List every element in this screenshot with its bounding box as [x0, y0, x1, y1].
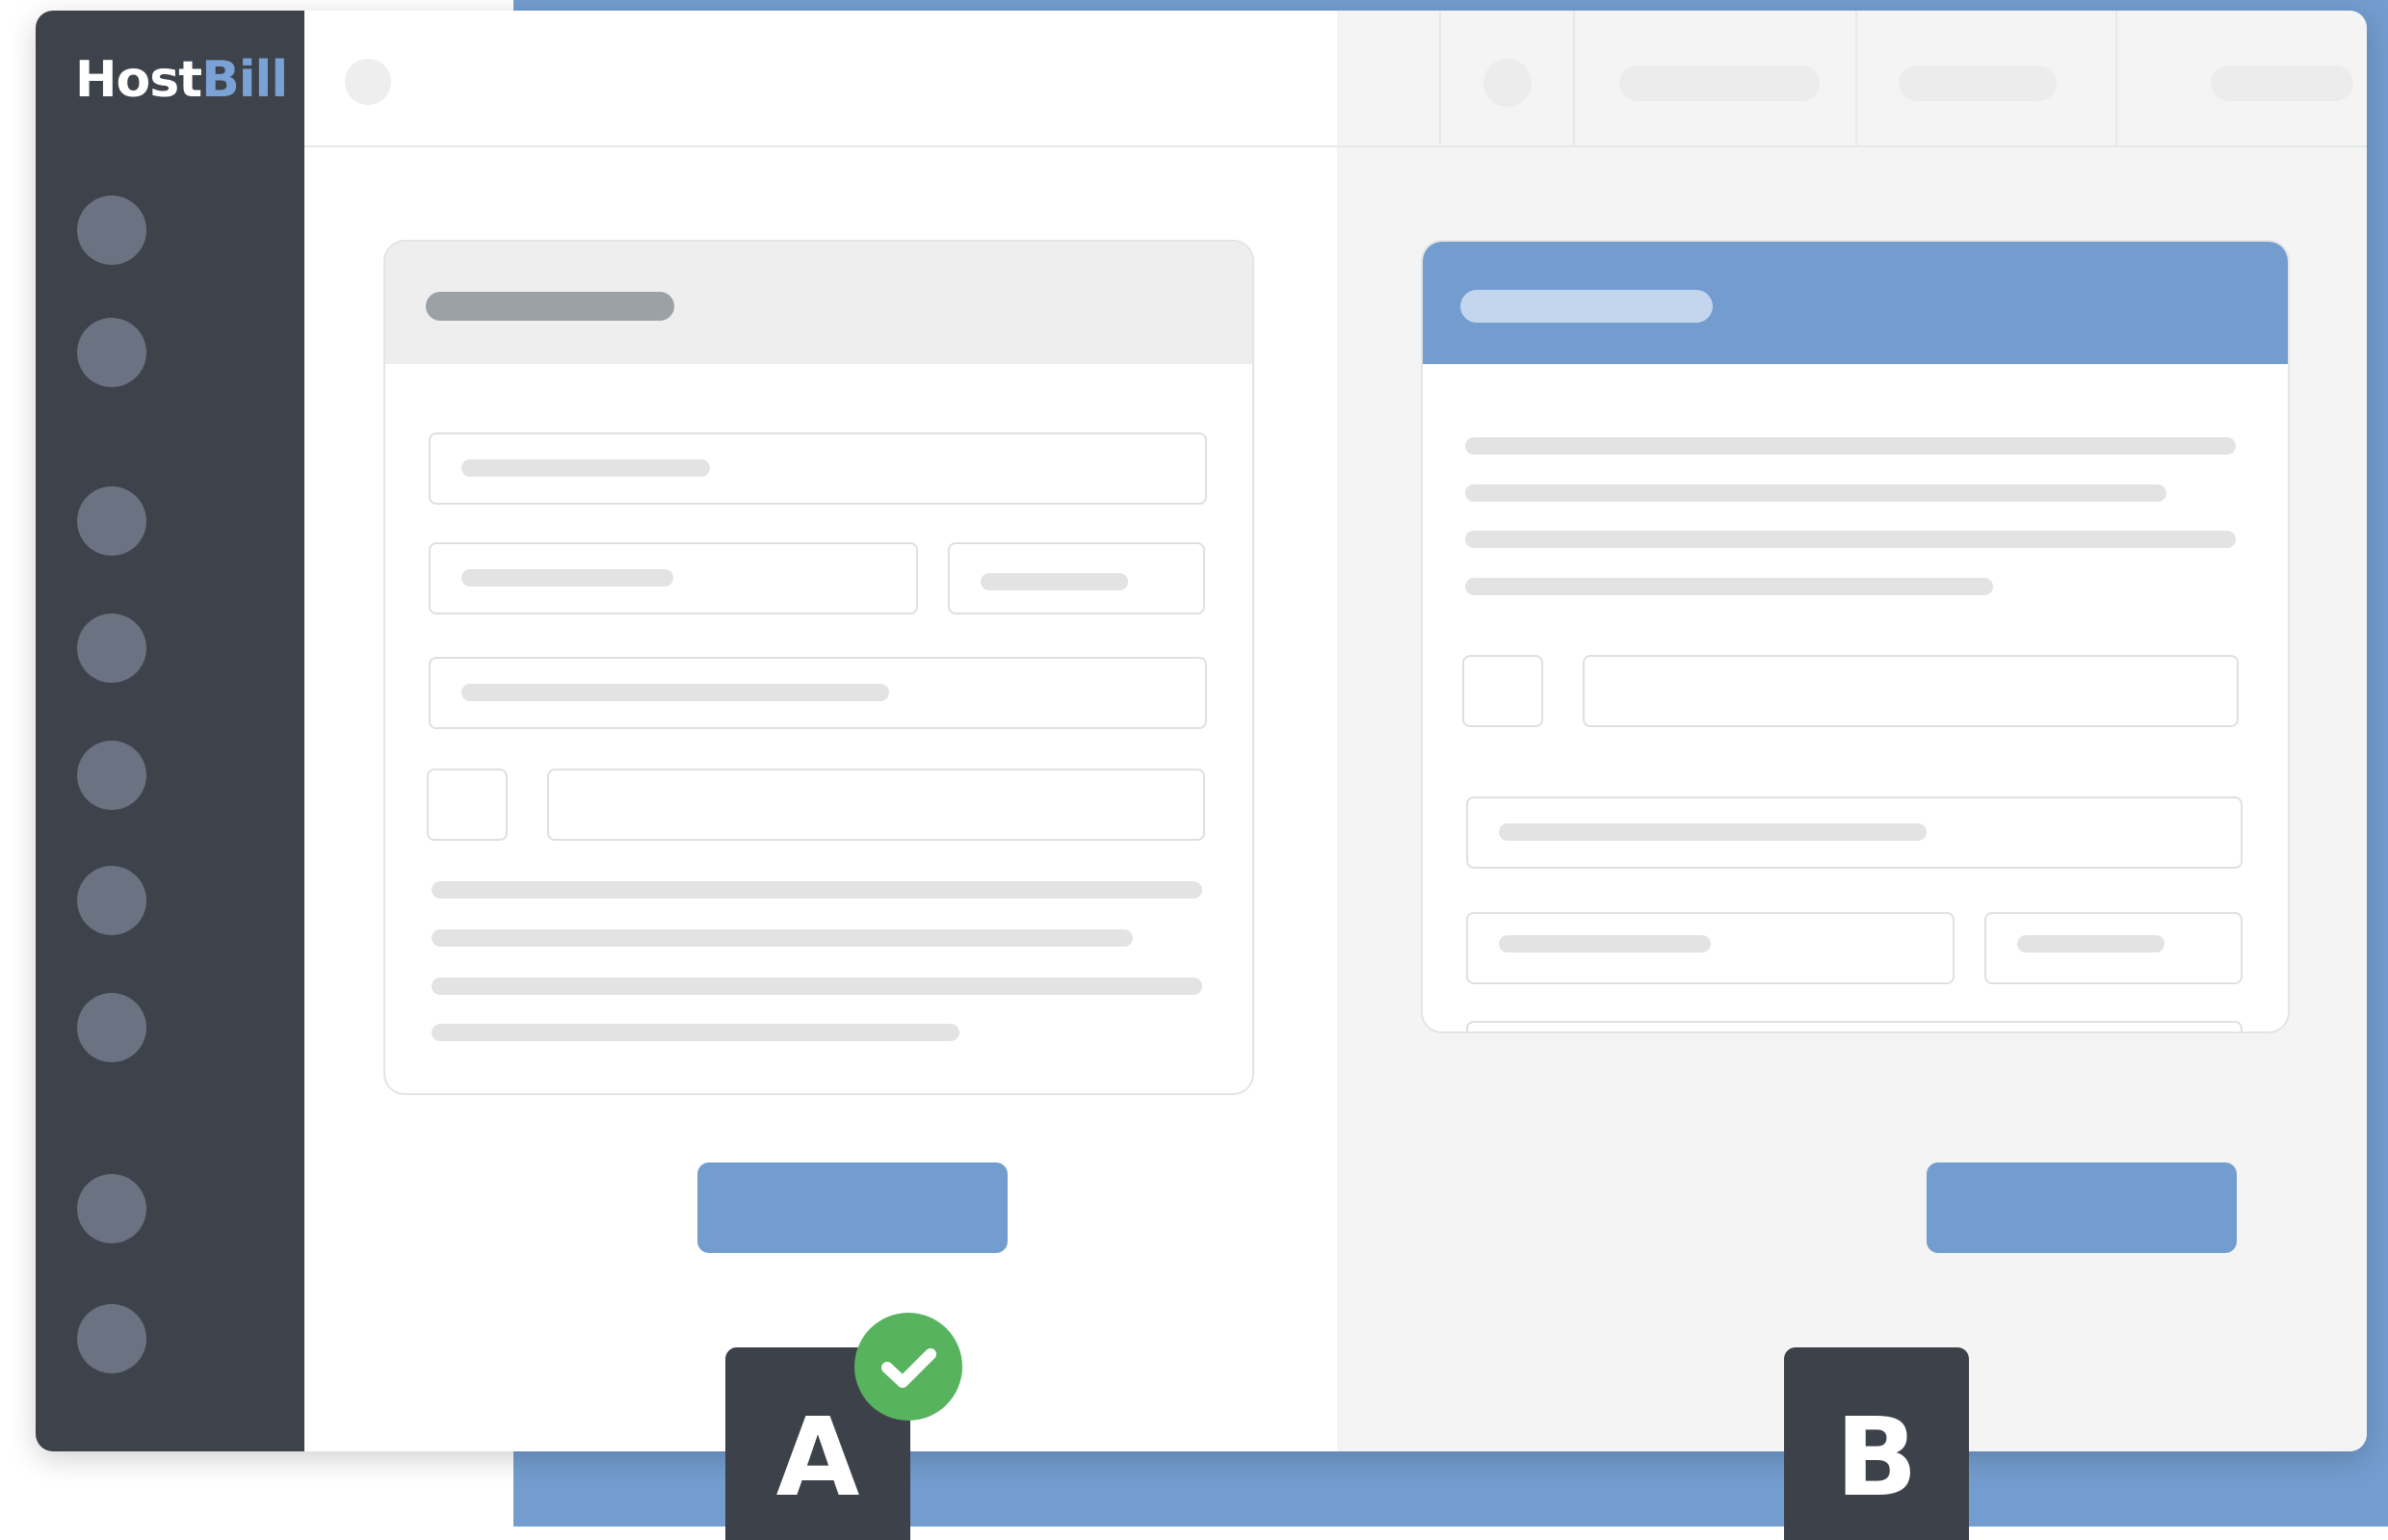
sidebar-nav-icon-1[interactable]	[77, 196, 146, 265]
sidebar-nav-icon-9[interactable]	[77, 1304, 146, 1373]
form-input[interactable]	[1466, 796, 2243, 869]
variant-a-letter: A	[775, 1396, 860, 1521]
topbar-menu-item[interactable]	[1619, 65, 1820, 101]
variant-a-form-card	[383, 240, 1254, 1095]
topbar-border	[304, 145, 2367, 147]
app-window: HostBill	[36, 11, 2367, 1451]
sidebar-nav-icon-8[interactable]	[77, 1174, 146, 1243]
topbar-menu-item[interactable]	[1899, 65, 2057, 101]
sidebar-nav-icon-3[interactable]	[77, 486, 146, 556]
variant-b-letter: B	[1835, 1396, 1918, 1521]
sidebar-nav-icon-4[interactable]	[77, 613, 146, 683]
text-line	[432, 1024, 959, 1041]
topbar-menu-item[interactable]	[2211, 65, 2353, 101]
text-line	[432, 881, 1202, 899]
check-circle-icon	[854, 1313, 962, 1421]
input-placeholder	[1499, 935, 1711, 953]
card-header	[1423, 242, 2288, 364]
input-placeholder	[1499, 823, 1927, 841]
text-line	[1465, 531, 2236, 548]
sidebar-nav-icon-2[interactable]	[77, 318, 146, 387]
form-input[interactable]	[429, 657, 1207, 729]
form-input[interactable]	[1583, 655, 2239, 727]
sidebar-nav-icon-7[interactable]	[77, 993, 146, 1062]
text-line	[1465, 578, 1993, 595]
input-placeholder	[981, 573, 1128, 590]
variant-b-form-card	[1421, 240, 2290, 1033]
text-line	[1465, 484, 2166, 502]
input-placeholder	[461, 684, 889, 701]
sidebar: HostBill	[36, 11, 304, 1451]
variant-a-submit-button[interactable]	[697, 1162, 1008, 1253]
form-input[interactable]	[948, 542, 1205, 614]
form-input[interactable]	[1984, 912, 2243, 984]
variant-b-submit-button[interactable]	[1927, 1162, 2237, 1253]
card-header	[385, 242, 1252, 364]
logo: HostBill	[75, 51, 288, 109]
topbar-divider	[1855, 11, 1857, 145]
form-input[interactable]	[547, 769, 1205, 841]
sidebar-nav-icon-5[interactable]	[77, 741, 146, 810]
check-mark-icon	[881, 1348, 936, 1388]
variant-a-pane	[304, 11, 1337, 1451]
card-title-placeholder	[426, 292, 674, 321]
variant-b-label: B	[1784, 1347, 1969, 1540]
form-input[interactable]	[429, 542, 918, 614]
variant-b-pane	[1337, 11, 2367, 1451]
user-avatar-icon[interactable]	[1483, 59, 1532, 107]
form-input[interactable]	[1466, 1021, 2243, 1031]
checkbox[interactable]	[427, 769, 508, 841]
form-input[interactable]	[429, 432, 1207, 505]
logo-host: Host	[75, 51, 202, 109]
input-placeholder	[461, 569, 673, 587]
checkbox[interactable]	[1462, 655, 1543, 727]
topbar-icon[interactable]	[345, 59, 391, 105]
text-line	[432, 929, 1133, 947]
topbar-divider	[1439, 11, 1441, 145]
card-title-placeholder	[1460, 290, 1713, 323]
form-input[interactable]	[1466, 912, 1955, 984]
input-placeholder	[461, 459, 710, 477]
text-line	[1465, 437, 2236, 455]
sidebar-nav-icon-6[interactable]	[77, 866, 146, 935]
main-area	[304, 11, 2367, 1451]
topbar-divider	[1573, 11, 1575, 145]
logo-bill: Bill	[201, 51, 288, 109]
topbar-divider	[2115, 11, 2117, 145]
text-line	[432, 978, 1202, 995]
input-placeholder	[2017, 935, 2165, 953]
